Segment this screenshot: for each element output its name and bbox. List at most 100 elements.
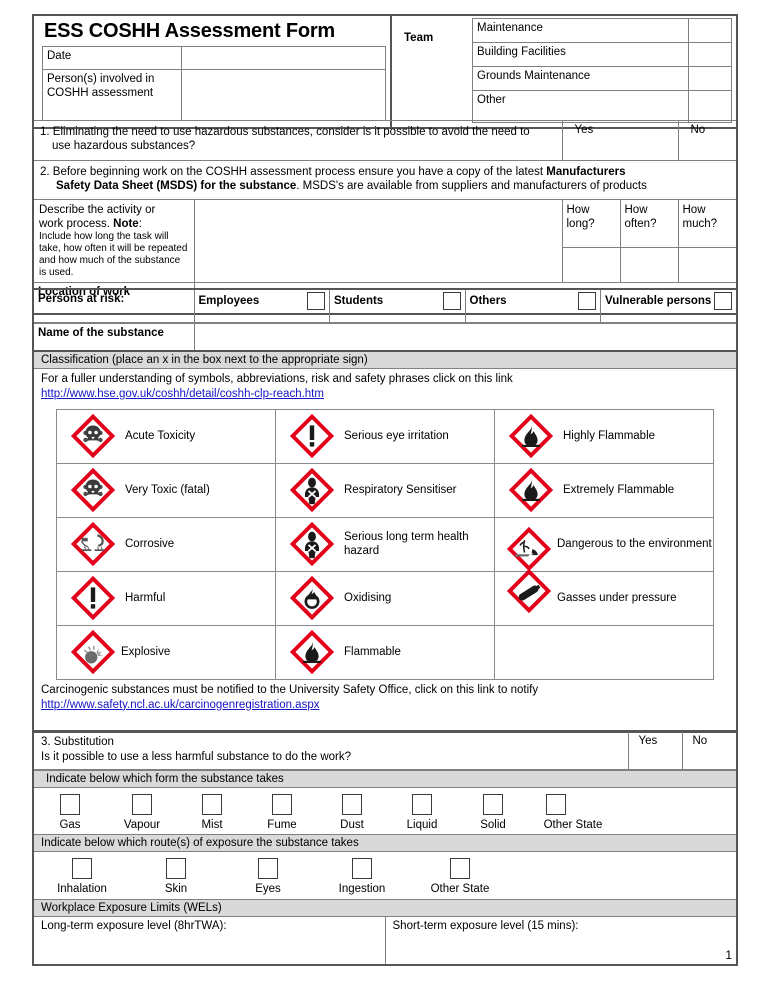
form-checkbox-gas[interactable]: [60, 793, 80, 815]
hazard-cell-dangerous-to-the-environment[interactable]: Dangerous to the environment: [494, 516, 714, 572]
substitution-no-cell[interactable]: No: [681, 732, 736, 770]
team-check-grounds-maintenance[interactable]: [688, 65, 732, 91]
table-row: Person(s) involved in COSHH assessment: [42, 69, 386, 121]
date-field[interactable]: [181, 46, 386, 70]
route-checkbox-skin[interactable]: [166, 857, 186, 879]
wel-long-term-label: Long-term exposure level (8hrTWA):: [41, 919, 227, 932]
health-hazard-pictogram: [290, 468, 334, 513]
hazard-cell-flammable[interactable]: Flammable: [275, 624, 495, 680]
hazard-cell-explosive[interactable]: Explosive: [56, 624, 276, 680]
question-2-line2a: Safety Data Sheet (MSDS) for the substan…: [56, 180, 297, 193]
hazard-cell-very-toxic-fatal[interactable]: Very Toxic (fatal): [56, 462, 276, 518]
form-checkbox-other-state[interactable]: [546, 793, 566, 815]
risk-option-employees[interactable]: Employees: [193, 290, 330, 323]
question-1-yes-cell[interactable]: Yes: [561, 120, 679, 161]
hazard-label-extremely-flammable: Extremely Flammable: [563, 484, 675, 497]
form-option-liquid[interactable]: Liquid: [386, 793, 458, 831]
hse-coshh-link[interactable]: http://www.hse.gov.uk/coshh/detail/coshh…: [41, 388, 324, 400]
risk-checkbox-employees[interactable]: [307, 292, 325, 310]
form-checkbox-liquid[interactable]: [412, 793, 432, 815]
table-row: Describe the activity or work process. N…: [34, 198, 736, 284]
risk-option-others[interactable]: Others: [464, 290, 601, 323]
route-option-other-state[interactable]: Other State: [410, 857, 510, 895]
describe-activity-field[interactable]: [193, 198, 563, 284]
form-checkbox-vapour[interactable]: [132, 793, 152, 815]
form-checkbox-dust[interactable]: [342, 793, 362, 815]
hazard-cell-oxidising[interactable]: Oxidising: [275, 570, 495, 626]
hazard-cell-respiratory-sensitiser[interactable]: Respiratory Sensitiser: [275, 462, 495, 518]
wel-long-term-cell[interactable]: Long-term exposure level (8hrTWA):: [34, 916, 386, 964]
hazard-cell-corrosive[interactable]: Corrosive: [56, 516, 276, 572]
table-row: Corrosive Serious long term health hazar…: [56, 516, 714, 572]
form-checkbox-solid[interactable]: [483, 793, 503, 815]
questions-block: 1. Eliminating the need to use hazardous…: [32, 120, 738, 316]
hazard-cell-highly-flammable[interactable]: Highly Flammable: [494, 408, 714, 464]
substitution-heading-line2: Is it possible to use a less harmful sub…: [41, 750, 352, 763]
hazard-cell-gasses-under-pressure[interactable]: Gasses under pressure: [494, 569, 714, 626]
date-label: Date: [42, 46, 182, 70]
how-much-header: How much?: [677, 198, 736, 249]
form-checkbox-fume[interactable]: [272, 793, 292, 815]
form-option-fume[interactable]: Fume: [246, 793, 318, 831]
hazard-label-serious-long-term-health-hazard: Serious long term health hazard: [344, 531, 469, 558]
how-often-field[interactable]: [619, 247, 679, 284]
hazard-cell-serious-long-term-health-hazard[interactable]: Serious long term health hazard: [275, 516, 495, 572]
route-checkbox-inhalation[interactable]: [72, 857, 92, 879]
substitution-question-table: 3. Substitution Is it possible to use a …: [34, 732, 736, 770]
question-1-text: 1. Eliminating the need to use hazardous…: [34, 120, 563, 161]
risk-option-vulnerable-persons[interactable]: Vulnerable persons: [600, 290, 736, 323]
form-option-solid[interactable]: Solid: [458, 793, 528, 831]
route-checkbox-ingestion[interactable]: [352, 857, 372, 879]
form-of-substance-heading: Indicate below which form the substance …: [34, 769, 736, 788]
hazard-label-very-toxic-fatal: Very Toxic (fatal): [125, 484, 210, 497]
form-checkbox-mist[interactable]: [202, 793, 222, 815]
risk-checkbox-students[interactable]: [442, 292, 461, 310]
risk-label-employees: Employees: [198, 294, 260, 307]
hazard-cell-extremely-flammable[interactable]: Extremely Flammable: [494, 462, 714, 518]
team-name-grounds-maintenance: Grounds Maintenance: [472, 65, 689, 91]
question-1-no-cell[interactable]: No: [677, 120, 736, 161]
table-row: Very Toxic (fatal) Respiratory Sensitise…: [56, 462, 714, 518]
carcinogen-registration-link[interactable]: http://www.safety.ncl.ac.uk/carcinogenre…: [41, 699, 319, 711]
hazard-cell-harmful[interactable]: Harmful: [56, 570, 276, 626]
risk-checkbox-others[interactable]: [578, 292, 596, 310]
how-much-field[interactable]: [677, 247, 736, 284]
corrosion-pictogram: [71, 522, 115, 567]
team-check-other[interactable]: [688, 89, 732, 124]
risk-label-vulnerable-persons: Vulnerable persons: [605, 294, 712, 307]
route-option-inhalation[interactable]: Inhalation: [34, 857, 130, 895]
hazard-label-explosive: Explosive: [121, 646, 171, 659]
form-option-dust[interactable]: Dust: [318, 793, 386, 831]
form-label-dust: Dust: [340, 818, 364, 831]
persons-involved-field[interactable]: [181, 69, 386, 121]
form-option-mist[interactable]: Mist: [178, 793, 246, 831]
question-2-line1a: 2. Before beginning work on the COSHH as…: [40, 165, 547, 178]
question-1-line1: 1. Eliminating the need to use hazardous…: [40, 126, 530, 138]
substance-name-field[interactable]: [193, 323, 736, 352]
hazard-label-highly-flammable: Highly Flammable: [563, 430, 656, 443]
persons-at-risk-table: Persons at risk: Employees Students Othe…: [34, 290, 736, 323]
route-checkbox-eyes[interactable]: [258, 857, 278, 879]
table-row: Harmful Oxidising Gasses under pressure: [56, 569, 714, 626]
wel-short-term-cell[interactable]: Short-term exposure level (15 mins):: [386, 917, 737, 964]
hazard-cell-serious-eye-irritation[interactable]: Serious eye irritation: [275, 408, 495, 464]
route-checkbox-other-state[interactable]: [450, 857, 470, 879]
risk-checkbox-vulnerable-persons[interactable]: [714, 292, 732, 310]
table-row: Explosive Flammable: [56, 624, 714, 680]
hazard-cell-acute-toxicity[interactable]: Acute Toxicity: [56, 408, 276, 464]
hazard-label-flammable: Flammable: [344, 646, 401, 659]
team-check-building-facilities[interactable]: [688, 41, 732, 67]
substitution-heading-line1: 3. Substitution: [41, 736, 114, 748]
classification-intro-text: For a fuller understanding of symbols, a…: [41, 373, 513, 385]
route-option-eyes[interactable]: Eyes: [222, 857, 314, 895]
route-option-skin[interactable]: Skin: [130, 857, 222, 895]
form-option-gas[interactable]: Gas: [34, 793, 106, 831]
team-check-maintenance[interactable]: [688, 18, 732, 43]
table-row: Name of the substance: [34, 323, 736, 352]
risk-option-students[interactable]: Students: [329, 290, 466, 323]
how-long-field[interactable]: [561, 247, 621, 284]
route-option-ingestion[interactable]: Ingestion: [314, 857, 410, 895]
form-option-vapour[interactable]: Vapour: [106, 793, 178, 831]
substitution-yes-cell[interactable]: Yes: [627, 732, 683, 770]
form-option-other-state[interactable]: Other State: [528, 793, 618, 831]
